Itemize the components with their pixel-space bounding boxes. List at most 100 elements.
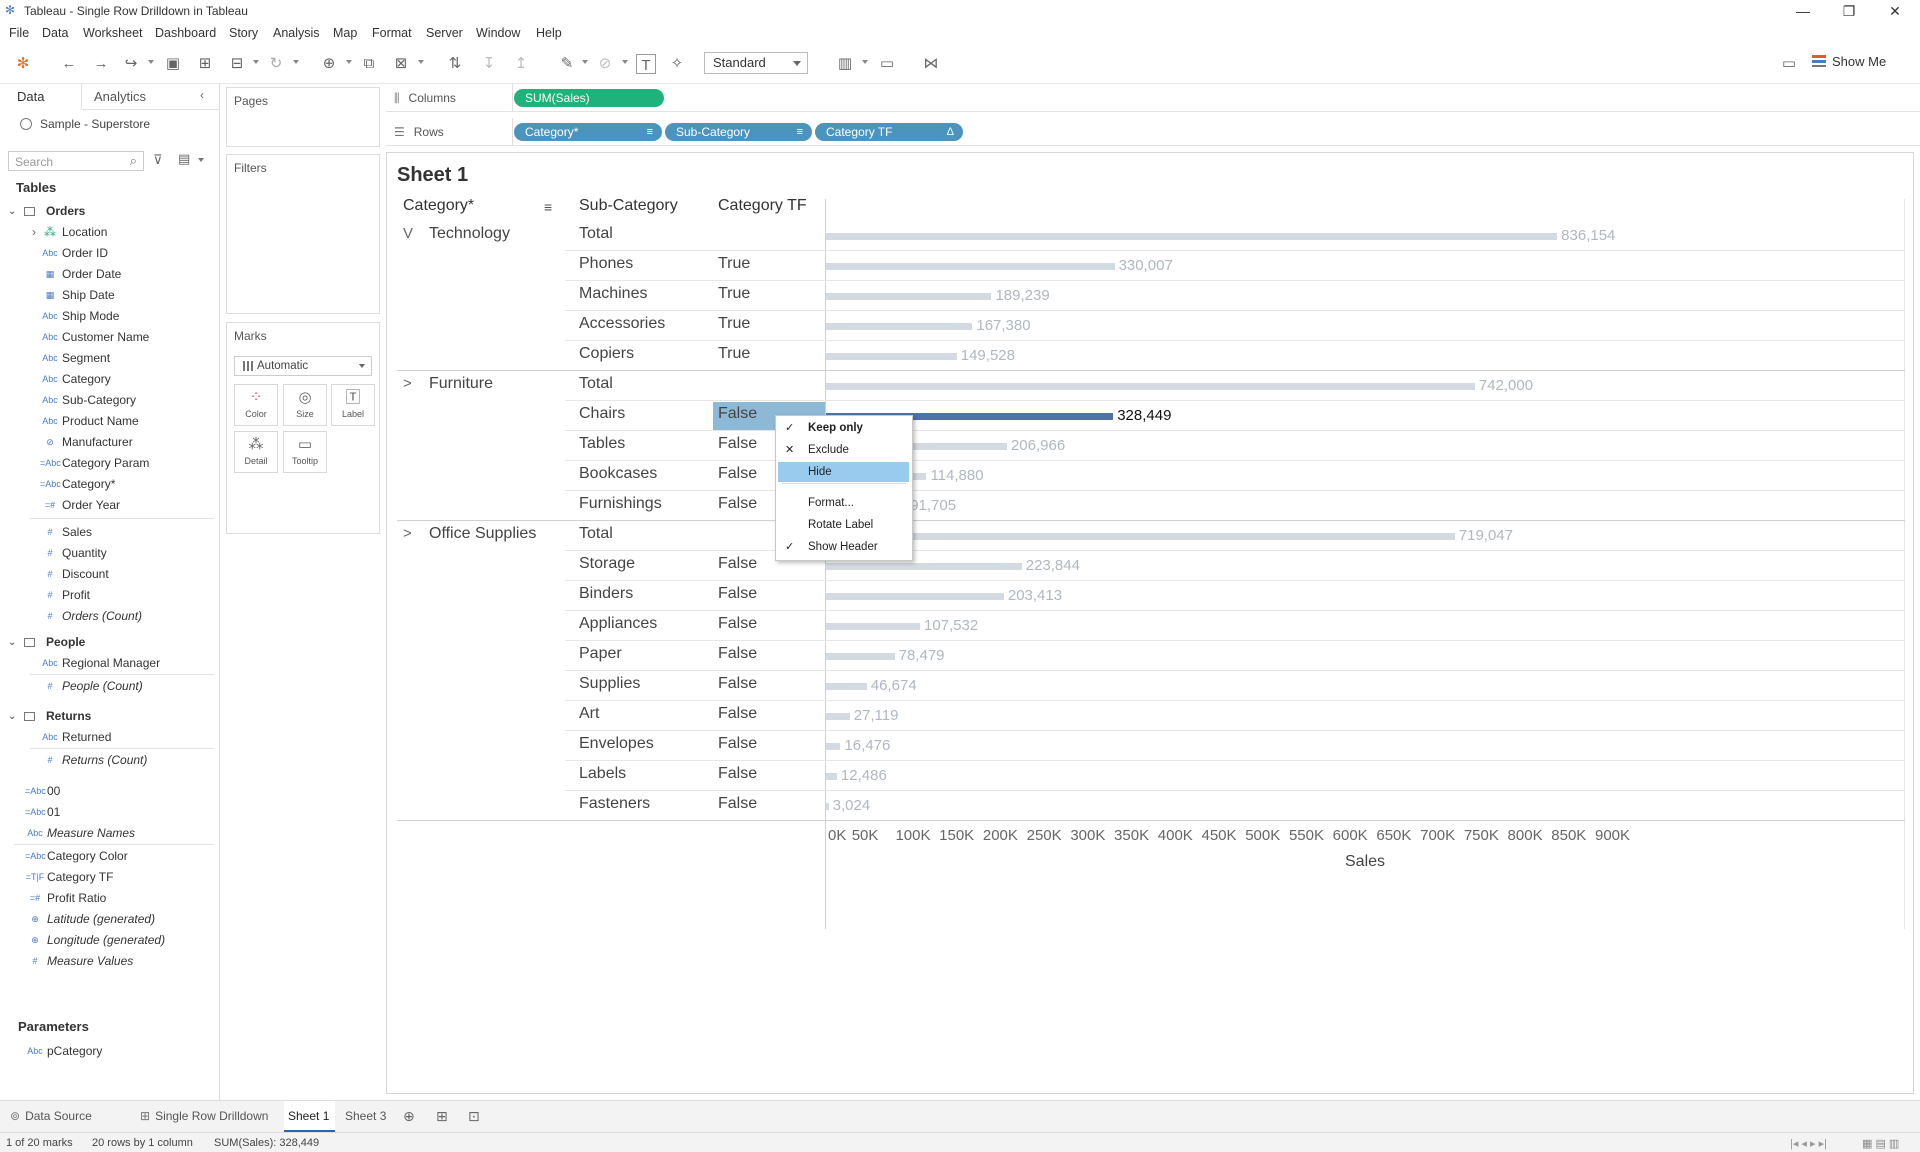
sub-category-cell[interactable]: Phones (579, 255, 633, 273)
bar-appliances[interactable] (826, 623, 921, 630)
show-labels-icon[interactable]: T (636, 54, 656, 74)
menu-worksheet[interactable]: Worksheet (83, 26, 143, 40)
field-longitude-generated[interactable]: ⊕ Longitude (generated) (0, 930, 220, 951)
new-dashboard-icon[interactable]: ⊞ (436, 1101, 448, 1132)
bar-phones[interactable] (826, 263, 1115, 270)
category-tf-cell[interactable]: False (718, 405, 757, 423)
sub-category-cell[interactable]: Accessories (579, 315, 665, 333)
menu-server[interactable]: Server (426, 26, 463, 40)
category-tf-cell[interactable]: False (718, 465, 757, 483)
bar-fasteners[interactable] (826, 803, 829, 810)
bar-storage[interactable] (826, 563, 1022, 570)
tab-analytics[interactable]: Analytics (94, 89, 146, 104)
menu-dashboard[interactable]: Dashboard (155, 26, 216, 40)
field-category[interactable]: Abc Category (0, 369, 220, 390)
presentation-icon[interactable]: ▭ (876, 53, 898, 75)
duplicate-icon[interactable]: ⧉ (358, 53, 380, 75)
menu-item-show-header[interactable]: ✓ Show Header (776, 537, 912, 557)
field-ship-mode[interactable]: Abc Ship Mode (0, 306, 220, 327)
bar-paper[interactable] (826, 653, 895, 660)
category-tf-cell[interactable]: False (718, 585, 757, 603)
bar-machines[interactable] (826, 293, 992, 300)
menu-file[interactable]: File (9, 26, 29, 40)
label-button[interactable]: 🅃 Label (331, 384, 375, 426)
pill-sub-category[interactable]: Sub-Category ≡ (665, 123, 812, 141)
bar-labels[interactable] (826, 773, 837, 780)
header-sub-category[interactable]: Sub-Category (579, 197, 678, 215)
fit-select[interactable]: Standard (704, 52, 808, 74)
columns-shelf[interactable]: ⫼ Columns SUM(Sales) (386, 84, 1920, 112)
header-category[interactable]: Category* (403, 197, 474, 215)
field-location[interactable]: ⁂ › Location (0, 222, 220, 243)
header-category-tf[interactable]: Category TF (718, 197, 807, 215)
field-measure-values[interactable]: # Measure Values (0, 951, 220, 972)
field-people-count[interactable]: # People (Count) (0, 676, 220, 697)
pin-icon[interactable]: ✧ (666, 53, 688, 75)
chevron-down-icon[interactable] (148, 60, 154, 64)
field-returned[interactable]: Abc Returned (0, 727, 220, 748)
bar-envelopes[interactable] (826, 743, 841, 750)
menu-story[interactable]: Story (229, 26, 258, 40)
sub-category-cell[interactable]: Paper (579, 645, 622, 663)
size-button[interactable]: ◎ Size (283, 384, 327, 426)
view-grid-icon[interactable]: ▦ ▤ ▥ (1862, 1137, 1899, 1150)
field-product-name[interactable]: Abc Product Name (0, 411, 220, 432)
category-tf-cell[interactable]: True (718, 315, 750, 333)
pill-category-tf[interactable]: Category TF Δ (815, 123, 963, 141)
field-00[interactable]: =Abc 00 (0, 781, 220, 802)
sub-category-cell[interactable]: Supplies (579, 675, 640, 693)
category-tf-cell[interactable]: False (718, 735, 757, 753)
highlight-icon[interactable]: ✎ (556, 53, 578, 75)
menu-data[interactable]: Data (42, 26, 68, 40)
field-quantity[interactable]: # Quantity (0, 543, 220, 564)
tab-sheet-3[interactable]: Sheet 3 (340, 1101, 388, 1132)
refresh-icon[interactable]: ↻ (265, 53, 287, 75)
chevron-down-icon[interactable]: ⌄ (8, 201, 16, 222)
chevron-down-icon[interactable] (582, 60, 588, 64)
field-segment[interactable]: Abc Segment (0, 348, 220, 369)
menu-item-keep-only[interactable]: ✓ Keep only (776, 418, 912, 438)
category-cell[interactable]: Furniture (429, 375, 493, 393)
sub-category-cell[interactable]: Storage (579, 555, 635, 573)
filter-icon[interactable]: ⊽ (153, 152, 163, 168)
sub-category-cell[interactable]: Envelopes (579, 735, 654, 753)
field-sales[interactable]: # Sales (0, 522, 220, 543)
share-icon[interactable]: ⋈ (920, 53, 942, 75)
format-painter-icon[interactable]: ▭ (1778, 53, 1800, 75)
category-tf-cell[interactable]: False (718, 615, 757, 633)
sub-category-cell[interactable]: Fasteners (579, 795, 650, 813)
filters-card[interactable]: Filters (226, 154, 380, 314)
tableau-home-icon[interactable]: ✻ (12, 53, 34, 75)
field-01[interactable]: =Abc 01 (0, 802, 220, 823)
pause-updates-icon[interactable]: ⊟ (226, 53, 248, 75)
new-story-icon[interactable]: ⊡ (468, 1101, 480, 1132)
category-tf-cell[interactable]: True (718, 345, 750, 363)
bar-total[interactable] (826, 383, 1475, 390)
sort-icon[interactable]: ≡ (544, 199, 552, 215)
sort-descending-icon[interactable]: ↥ (510, 53, 532, 75)
field-orders-count[interactable]: # Orders (Count) (0, 606, 220, 627)
category-tf-cell[interactable]: False (718, 765, 757, 783)
field-category[interactable]: =Abc Category* (0, 474, 220, 495)
clear-sheet-icon[interactable]: ⊠ (390, 53, 412, 75)
category-tf-cell[interactable]: False (718, 705, 757, 723)
sub-category-cell[interactable]: Total (579, 525, 613, 543)
category-tf-cell[interactable]: False (718, 675, 757, 693)
field-sub-category[interactable]: Abc Sub-Category (0, 390, 220, 411)
new-worksheet-icon[interactable]: ⊕ (318, 53, 340, 75)
sub-category-cell[interactable]: Tables (579, 435, 625, 453)
field-profit[interactable]: # Profit (0, 585, 220, 606)
menu-item-exclude[interactable]: ✕ Exclude (776, 440, 912, 460)
search-icon[interactable]: ⌕ (130, 153, 137, 169)
category-tf-cell[interactable]: False (718, 435, 757, 453)
category-tf-cell[interactable]: False (718, 795, 757, 813)
menu-item-format[interactable]: Format... (776, 493, 912, 513)
menu-item-rotate-label[interactable]: Rotate Label (776, 515, 912, 535)
group-icon[interactable]: ⊘ (594, 53, 616, 75)
detail-button[interactable]: ⁂ Detail (234, 431, 278, 473)
tab-data[interactable]: Data (0, 84, 82, 110)
sub-category-cell[interactable]: Furnishings (579, 495, 662, 513)
sub-category-cell[interactable]: Bookcases (579, 465, 657, 483)
menu-window[interactable]: Window (476, 26, 520, 40)
datasource-item[interactable]: Sample - Superstore (20, 117, 150, 131)
